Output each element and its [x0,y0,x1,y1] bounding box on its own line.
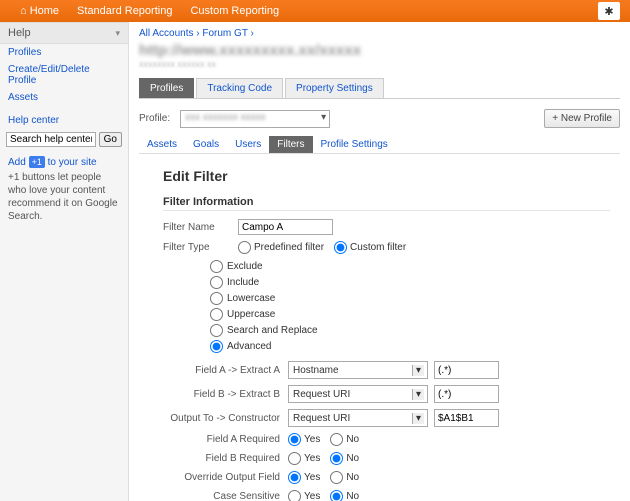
subtab-filters[interactable]: Filters [269,136,312,153]
profile-label: Profile: [139,113,170,124]
custom-mode-list: Exclude Include Lowercase Uppercase Sear… [210,260,610,353]
side-profiles[interactable]: Profiles [0,44,128,61]
output-select[interactable]: Request URI [288,409,428,427]
collapse-icon: ▾ [115,28,120,39]
plusone-promo: Add +1 to your site +1 buttons let peopl… [0,150,128,229]
field-a-select[interactable]: Hostname [288,361,428,379]
field-b-pattern[interactable] [434,385,499,403]
page-title: Edit Filter [163,168,610,184]
nav-home[interactable]: ⌂ Home [20,5,59,17]
field-a-label: Field A -> Extract A [163,365,288,376]
req-b-no[interactable] [330,452,343,465]
output-label: Output To -> Constructor [163,413,288,424]
mode-exclude[interactable] [210,260,223,273]
section-title: Filter Information [163,196,610,211]
subtab-goals[interactable]: Goals [185,136,227,153]
req-a-yes[interactable] [288,433,301,446]
help-search-input[interactable] [6,132,96,147]
help-search-go[interactable]: Go [99,132,122,147]
type-predefined[interactable] [238,241,251,254]
ovr-label: Override Output Field [163,472,288,483]
gear-icon[interactable]: ✱ [598,2,620,20]
property-tabs: Profiles Tracking Code Property Settings [139,78,620,99]
filter-type-label: Filter Type [163,242,238,253]
subtab-profile-settings[interactable]: Profile Settings [313,136,396,153]
mode-uppercase[interactable] [210,308,223,321]
new-profile-button[interactable]: + New Profile [544,109,620,128]
breadcrumb: All Accounts › Forum GT › [139,28,620,39]
side-assets[interactable]: Assets [0,89,128,106]
tab-property-settings[interactable]: Property Settings [285,78,384,98]
field-b-label: Field B -> Extract B [163,389,288,400]
nav-standard[interactable]: Standard Reporting [77,5,172,17]
filter-name-input[interactable] [238,219,333,235]
mode-lowercase[interactable] [210,292,223,305]
cs-label: Case Sensitive [163,491,288,501]
req-a-label: Field A Required [163,434,288,445]
sidebar: Help▾ Profiles Create/Edit/Delete Profil… [0,22,129,501]
plusone-icon: +1 [29,156,45,168]
crumb-accounts[interactable]: All Accounts [139,28,193,39]
filter-name-label: Filter Name [163,222,238,233]
ovr-no[interactable] [330,471,343,484]
help-header[interactable]: Help▾ [0,22,128,44]
ovr-yes[interactable] [288,471,301,484]
field-a-pattern[interactable] [434,361,499,379]
main: All Accounts › Forum GT › http://www.xxx… [129,22,630,501]
req-b-label: Field B Required [163,453,288,464]
tab-profiles[interactable]: Profiles [139,78,194,98]
tab-tracking[interactable]: Tracking Code [196,78,283,98]
req-a-no[interactable] [330,433,343,446]
nav-custom[interactable]: Custom Reporting [190,5,279,17]
cs-yes[interactable] [288,490,301,501]
cs-no[interactable] [330,490,343,501]
profile-subtabs: Assets Goals Users Filters Profile Setti… [139,136,620,154]
help-center-label: Help center [0,112,128,129]
property-title-blurred: http://www.xxxxxxxxx.xx/xxxxx xxxxxxxx x… [139,42,620,70]
plusone-link[interactable]: Add +1 to your site [8,157,97,168]
subtab-assets[interactable]: Assets [139,136,185,153]
field-b-select[interactable]: Request URI [288,385,428,403]
type-custom[interactable] [334,241,347,254]
mode-include[interactable] [210,276,223,289]
side-ced[interactable]: Create/Edit/Delete Profile [0,61,128,89]
crumb-property[interactable]: Forum GT [202,28,247,39]
subtab-users[interactable]: Users [227,136,269,153]
mode-advanced[interactable] [210,340,223,353]
mode-search-replace[interactable] [210,324,223,337]
top-nav: ⌂ Home Standard Reporting Custom Reporti… [0,0,630,22]
output-pattern[interactable] [434,409,499,427]
req-b-yes[interactable] [288,452,301,465]
profile-select[interactable]: xxx xxxxxxx xxxxx [180,110,330,128]
